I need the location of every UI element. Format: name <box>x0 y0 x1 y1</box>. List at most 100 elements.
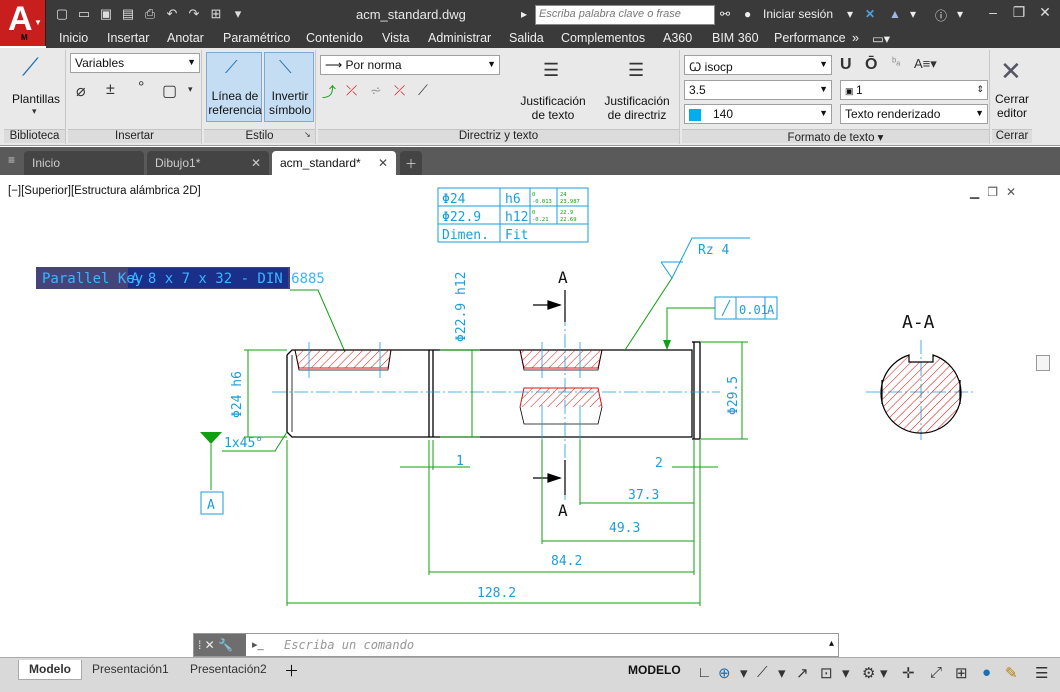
chevron-down-icon[interactable]: ▾ <box>740 664 748 682</box>
underline-button[interactable]: U <box>840 56 852 74</box>
undo-icon[interactable]: ↶ <box>164 6 180 22</box>
panel-launcher-icon[interactable]: ↘ <box>304 130 311 139</box>
variables-select[interactable]: Variables ▼ <box>70 53 200 73</box>
tab-administrar[interactable]: Administrar <box>428 31 491 45</box>
chevron-down-icon[interactable]: ▾ <box>188 84 193 95</box>
chevron-down-icon[interactable]: ▾ <box>910 7 916 21</box>
tab-contenido[interactable]: Contenido <box>306 31 363 45</box>
add-vertex-icon[interactable]: ⩫ <box>370 82 382 99</box>
ortho-icon[interactable]: ⟋ <box>757 664 768 681</box>
tab-anotar[interactable]: Anotar <box>167 31 204 45</box>
menu-icon[interactable]: ☰ <box>1035 664 1048 682</box>
tab-parametrico[interactable]: Paramétrico <box>223 31 290 45</box>
box-symbol-button[interactable]: ▢ <box>162 81 177 101</box>
save-icon[interactable]: ▣ <box>98 6 114 22</box>
plus-icon[interactable]: ✛ <box>902 664 915 682</box>
osnap-icon[interactable]: ⊡ <box>820 664 833 682</box>
polar-icon[interactable]: ↗ <box>796 664 809 682</box>
tab-inicio[interactable]: Inicio <box>59 31 88 45</box>
snap-icon[interactable]: ⊕ <box>718 664 731 682</box>
render-mode-select[interactable]: Texto renderizado ▼ <box>840 104 988 124</box>
annotation-icon[interactable]: ⤢ <box>930 664 942 681</box>
search-expand-icon[interactable]: ▸ <box>521 7 527 21</box>
arrow-style-select[interactable]: ⟶ Por norma ▼ <box>320 55 500 75</box>
search-input[interactable]: Escriba palabra clave o frase <box>535 5 715 25</box>
exchange-icon[interactable]: ✕ <box>865 7 875 21</box>
save-as-icon[interactable]: ▤ <box>120 6 136 22</box>
remove-vertex-icon[interactable]: ⤫ <box>394 82 405 99</box>
section-view-title: A-A <box>902 312 935 333</box>
overline-button[interactable]: Ō <box>865 56 877 74</box>
drawing-area[interactable]: [−][Superior][Estructura alámbrica 2D] ▁… <box>0 175 1060 657</box>
reference-line-button[interactable]: ⟋ Línea de referencia <box>206 52 262 122</box>
tab-performance[interactable]: Performance <box>774 31 846 45</box>
degree-symbol-button[interactable]: ° <box>138 79 144 97</box>
close-icon[interactable]: ✕ <box>1034 4 1056 24</box>
tab-inicio-doc[interactable]: Inicio <box>24 151 144 175</box>
a360-icon[interactable]: ▲ <box>889 7 901 21</box>
chevron-up-icon[interactable]: ▴ <box>829 638 834 649</box>
add-layout-button[interactable]: ＋ <box>284 660 299 681</box>
tol-row3-value: Fit <box>505 228 528 243</box>
command-line[interactable]: ⁞ ✕ 🔧 ▸_ Escriba un comando ▴ <box>193 633 839 657</box>
tab-presentacion1[interactable]: Presentación1 <box>82 660 179 680</box>
print-icon[interactable]: ⎙ <box>142 6 158 22</box>
hardware-icon[interactable]: ✎ <box>1005 664 1018 682</box>
text-color-select[interactable]: 140 ▼ <box>684 104 832 124</box>
open-icon[interactable]: ▭ <box>76 6 92 22</box>
templates-button[interactable]: Plantillas <box>6 92 66 106</box>
more-tabs-icon[interactable]: » <box>852 31 859 45</box>
tab-bim360[interactable]: BIM 360 <box>712 31 759 45</box>
customize-icon[interactable]: ▾ <box>230 6 246 22</box>
leader-justify-button[interactable]: Justificación de directriz <box>598 94 676 122</box>
isolate-icon[interactable]: ● <box>982 664 991 681</box>
minimize-icon[interactable]: – <box>982 4 1004 24</box>
font-select[interactable]: Ꞷ isocp ▼ <box>684 55 832 75</box>
text-height-select[interactable]: 3.5 ▼ <box>684 80 832 100</box>
formato-title[interactable]: Formato de texto ▾ <box>682 129 989 144</box>
diameter-symbol-button[interactable]: ⌀ <box>76 81 86 101</box>
grid-icon[interactable]: ∟ <box>697 664 712 681</box>
templates-icon: ⟋ <box>22 54 39 81</box>
command-line-grip[interactable]: ⁞ ✕ 🔧 <box>194 634 246 656</box>
restore-icon[interactable]: ❐ <box>1008 4 1030 24</box>
stack-button[interactable]: ᵇₐ <box>892 56 900 68</box>
leader-options-icon[interactable]: ⟋ <box>418 82 428 99</box>
plus-minus-button[interactable]: ± <box>106 81 115 99</box>
remove-leader-icon[interactable]: ⤫ <box>346 82 357 99</box>
add-leader-icon[interactable]: ⤴ <box>322 82 336 102</box>
chevron-down-icon[interactable]: ▾ <box>957 7 963 21</box>
help-icon[interactable]: ⓘ <box>935 7 947 24</box>
new-tab-button[interactable]: ＋ <box>400 151 422 175</box>
text-justify-button[interactable]: Justificación de texto <box>514 94 592 122</box>
chevron-down-icon[interactable]: ▾ <box>842 664 850 682</box>
tab-modelo[interactable]: Modelo <box>18 660 82 680</box>
binoculars-icon[interactable]: ⚯ <box>720 7 730 21</box>
model-space-toggle[interactable]: MODELO <box>628 663 681 677</box>
invert-symbol-button[interactable]: ⟍ Invertir símbolo <box>264 52 314 122</box>
gear-icon[interactable]: ⚙ <box>862 664 875 682</box>
tab-a360[interactable]: A360 <box>663 31 692 45</box>
text-case-button[interactable]: A≡▾ <box>914 56 937 72</box>
workspace-icon[interactable]: ⊞ <box>955 664 968 682</box>
login-button[interactable]: Iniciar sesión <box>763 7 833 21</box>
redo-icon[interactable]: ↷ <box>186 6 202 22</box>
command-input[interactable]: Escriba un comando <box>284 638 414 652</box>
tab-complementos[interactable]: Complementos <box>561 31 645 45</box>
chevron-down-icon[interactable]: ▾ <box>778 664 786 682</box>
tab-acm-standard[interactable]: acm_standard* ✕ <box>272 151 396 175</box>
new-icon[interactable]: ▢ <box>54 6 70 22</box>
tab-vista[interactable]: Vista <box>382 31 410 45</box>
tab-presentacion2[interactable]: Presentación2 <box>180 660 277 680</box>
workspace-icon[interactable]: ⊞ <box>208 6 224 22</box>
tab-salida[interactable]: Salida <box>509 31 544 45</box>
tab-menu-icon[interactable]: ≡ <box>8 153 15 167</box>
application-menu-button[interactable]: A M ▼ <box>0 0 46 46</box>
width-factor-input[interactable]: ▣ 1 ⇕ <box>840 80 988 100</box>
close-editor-button[interactable]: Cerrar editor <box>992 92 1032 120</box>
tab-insertar[interactable]: Insertar <box>107 31 149 45</box>
chevron-down-icon[interactable]: ▾ <box>880 664 888 682</box>
chevron-down-icon[interactable]: ▾ <box>847 7 853 21</box>
ribbon-toggle-icon[interactable]: ▭▾ <box>872 31 890 46</box>
tab-dibujo1[interactable]: Dibujo1* ✕ <box>147 151 269 175</box>
